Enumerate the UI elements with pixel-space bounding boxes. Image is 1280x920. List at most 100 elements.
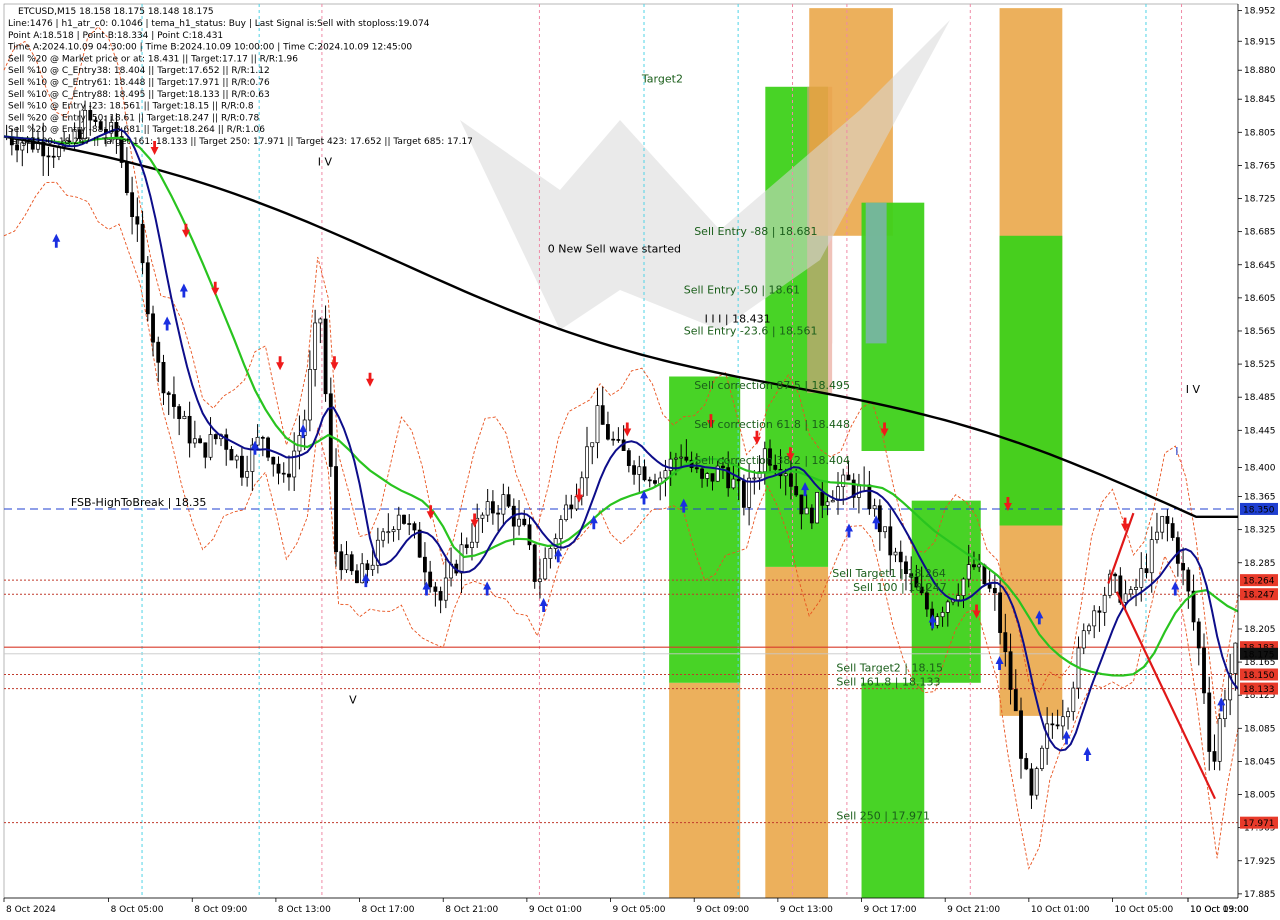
- candle-body: [564, 504, 569, 520]
- level-label: FSB-HighToBreak | 18.35: [71, 496, 206, 509]
- candle-body: [124, 162, 129, 193]
- price-tag-label: 18.150: [1243, 671, 1275, 681]
- candle-body: [203, 442, 208, 458]
- y-tick-label: 18.645: [1244, 261, 1276, 271]
- y-tick-label: 18.485: [1244, 393, 1276, 403]
- y-tick-label: 17.885: [1244, 890, 1276, 900]
- candle-body: [501, 494, 506, 515]
- candle-body: [877, 505, 882, 533]
- candle-body: [1149, 539, 1154, 574]
- annotation-label: Target2: [641, 73, 683, 86]
- candle-body: [1139, 568, 1144, 588]
- candle-body: [595, 405, 600, 444]
- candle-body: [1008, 651, 1013, 690]
- y-tick-label: 18.525: [1244, 360, 1276, 370]
- y-tick-label: 18.445: [1244, 426, 1276, 436]
- y-tick-label: 17.925: [1244, 857, 1276, 867]
- y-tick-label: 18.365: [1244, 493, 1276, 503]
- candle-body: [809, 507, 814, 524]
- candle-body: [977, 564, 982, 568]
- candle-body: [972, 564, 976, 568]
- candle-body: [1160, 516, 1165, 533]
- candle-body: [130, 192, 135, 217]
- candle-body: [1102, 594, 1107, 613]
- level-label: Sell Target2 | 18.15: [836, 662, 943, 675]
- info-line: Sell %10 @ Entry -23: 18.561 || Target:1…: [8, 102, 254, 112]
- candle-body: [1181, 563, 1186, 571]
- y-tick-label: 18.880: [1244, 66, 1276, 76]
- x-tick-label: 9 Oct 13:00: [780, 905, 833, 915]
- candle-body: [956, 595, 961, 601]
- candle-body: [386, 531, 391, 534]
- annotation-label: I: [1175, 445, 1178, 458]
- candle-body: [590, 442, 595, 448]
- info-line: Sell %20 @ Market price or at: 18.431 ||…: [8, 54, 298, 64]
- annotation-label: Sell correction 38.2 | 18.404: [694, 454, 850, 467]
- candle-body: [543, 558, 548, 580]
- candle-body: [945, 601, 950, 613]
- candle-body: [898, 551, 903, 563]
- candle-body: [883, 526, 887, 533]
- candle-body: [966, 564, 971, 580]
- candle-body: [1060, 716, 1065, 727]
- candle-body: [616, 439, 621, 441]
- info-line: Sell %20 @ Entry -88: 18.681 || Target:1…: [8, 125, 265, 135]
- candle-body: [187, 415, 192, 444]
- y-tick-label: 18.565: [1244, 327, 1276, 337]
- candle-body: [799, 494, 804, 515]
- candle-body: [940, 612, 945, 618]
- x-tick-label: 8 Oct 21:00: [445, 905, 498, 915]
- x-tick-label: 8 Oct 2024: [6, 905, 56, 915]
- candle-body: [459, 544, 464, 574]
- candle-body: [579, 477, 584, 497]
- price-axis: 18.952 18.915 18.880 18.845 18.805 18.765 18.7…: [1237, 0, 1280, 920]
- candle-body: [1019, 710, 1023, 759]
- candle-body: [276, 463, 281, 474]
- candle-body: [1217, 718, 1222, 762]
- candle-body: [496, 512, 501, 515]
- candle-body: [1003, 632, 1008, 653]
- candle-body: [647, 479, 652, 482]
- y-tick-label: 18.005: [1244, 791, 1276, 801]
- candle-body: [548, 548, 553, 559]
- zone-box: [865, 202, 887, 344]
- candle-body: [893, 551, 898, 556]
- info-line: Point A:18.518 | Point B:18.334 | Point …: [8, 31, 223, 41]
- candle-body: [485, 501, 490, 516]
- candle-body: [830, 500, 835, 503]
- level-label: Sell 100 | 18.247: [853, 581, 947, 594]
- candle-body: [470, 541, 474, 548]
- candle-body: [490, 501, 495, 514]
- info-line: Line:1476 | h1_atr_c0: 0.1046 | tema_h1_…: [8, 19, 430, 29]
- candle-body: [292, 450, 297, 478]
- candle-body: [663, 470, 668, 479]
- y-tick-label: 18.400: [1244, 464, 1276, 474]
- candle-body: [428, 571, 433, 588]
- candle-body: [266, 437, 270, 458]
- candle-body: [135, 216, 140, 225]
- candle-body: [700, 468, 704, 479]
- x-tick-label: 9 Oct 17:00: [864, 905, 917, 915]
- candle-body: [1144, 568, 1149, 574]
- candle-body: [653, 480, 657, 484]
- candle-body: [632, 465, 636, 475]
- x-tick-label: 8 Oct 17:00: [362, 905, 415, 915]
- candle-body: [1092, 610, 1097, 627]
- candle-body: [334, 466, 338, 553]
- candle-body: [245, 471, 250, 478]
- y-tick-label: 18.685: [1244, 228, 1276, 238]
- candle-body: [407, 523, 412, 525]
- candle-body: [1066, 711, 1070, 718]
- candle-body: [1081, 630, 1086, 649]
- candle-body: [281, 472, 286, 475]
- candle-body: [673, 457, 678, 460]
- price-chart[interactable]: 0 New Sell wave started Sell Entry -88 | …: [0, 0, 1280, 920]
- info-line: Time A:2024.10.09 04:30:00 | Time B:2024…: [7, 43, 412, 53]
- candle-body: [1155, 531, 1159, 540]
- candle-body: [287, 473, 291, 478]
- candle-body: [736, 478, 741, 482]
- x-tick-label: 10 Oct 13:00: [1190, 905, 1249, 915]
- candle-body: [538, 578, 542, 582]
- candle-body: [328, 393, 333, 467]
- candle-body: [731, 478, 736, 489]
